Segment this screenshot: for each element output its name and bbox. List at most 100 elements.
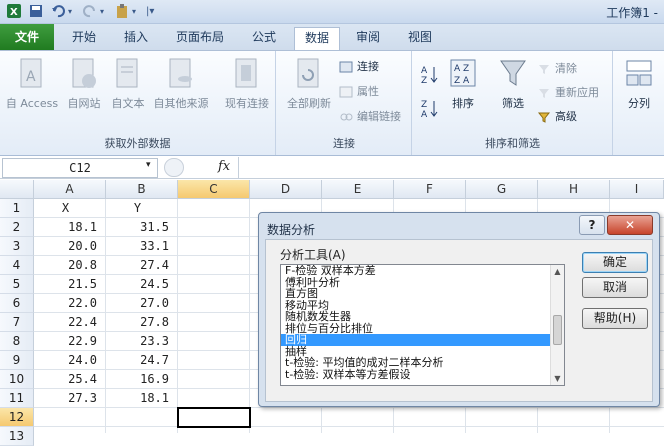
existing-connections-button[interactable]: 现有连接 — [220, 57, 274, 111]
help-button[interactable]: 帮助(H) — [582, 308, 648, 329]
cell-a9[interactable]: 24.0 — [34, 351, 106, 370]
column-header-i[interactable]: I — [610, 180, 664, 199]
tab-review[interactable]: 审阅 — [346, 27, 390, 50]
cell-a7[interactable]: 22.4 — [34, 313, 106, 332]
column-header-g[interactable]: G — [466, 180, 538, 199]
select-all-corner[interactable] — [0, 180, 34, 199]
cell-b1[interactable]: Y — [106, 199, 178, 218]
scroll-up-icon[interactable]: ▲ — [551, 265, 564, 278]
row-header-3[interactable]: 3 — [0, 237, 34, 256]
cell-a11[interactable]: 27.3 — [34, 389, 106, 408]
cell-b11[interactable]: 18.1 — [106, 389, 178, 408]
formula-input[interactable] — [238, 157, 664, 178]
save-icon[interactable] — [28, 3, 44, 20]
column-header-c[interactable]: C — [178, 180, 250, 199]
column-header-e[interactable]: E — [322, 180, 394, 199]
row-header-8[interactable]: 8 — [0, 332, 34, 351]
column-header-h[interactable]: H — [538, 180, 610, 199]
edit-links-button[interactable]: 编辑链接 — [339, 109, 401, 125]
cell-b4[interactable]: 27.4 — [106, 256, 178, 275]
cell-b5[interactable]: 24.5 — [106, 275, 178, 294]
redo-dropdown-icon[interactable]: ▾ — [100, 3, 104, 20]
formula-expand-icon[interactable] — [164, 158, 184, 177]
connections-button[interactable]: 连接 — [339, 59, 379, 75]
tab-view[interactable]: 视图 — [398, 27, 442, 50]
properties-button[interactable]: 属性 — [339, 84, 379, 100]
advanced-filter-button[interactable]: 高级 — [537, 109, 577, 125]
row-header-10[interactable]: 10 — [0, 370, 34, 389]
cell-b7[interactable]: 27.8 — [106, 313, 178, 332]
from-text-button[interactable]: 自文本 — [106, 57, 150, 111]
undo-icon[interactable] — [50, 3, 66, 20]
close-icon[interactable]: ✕ — [607, 215, 653, 235]
help-icon[interactable]: ? — [579, 215, 605, 235]
column-header-f[interactable]: F — [394, 180, 466, 199]
scroll-down-icon[interactable]: ▼ — [551, 372, 564, 385]
cell-b2[interactable]: 31.5 — [106, 218, 178, 237]
list-item[interactable]: 排位与百分比排位 — [281, 323, 564, 335]
tab-file[interactable]: 文件 — [0, 24, 54, 50]
from-access-button[interactable]: A 自 Access — [4, 57, 60, 111]
row-header-11[interactable]: 11 — [0, 389, 34, 408]
active-cell-c12[interactable] — [177, 407, 251, 428]
refresh-all-button[interactable]: 全部刷新 — [283, 57, 335, 111]
list-item-selected[interactable]: 回归 — [281, 334, 564, 346]
list-item[interactable]: t-检验: 双样本等方差假设 — [281, 369, 564, 381]
cancel-button[interactable]: 取消 — [582, 277, 648, 298]
cell-b6[interactable]: 27.0 — [106, 294, 178, 313]
reapply-button[interactable]: 重新应用 — [537, 85, 599, 101]
cell-b10[interactable]: 16.9 — [106, 370, 178, 389]
column-header-b[interactable]: B — [106, 180, 178, 199]
row-header-7[interactable]: 7 — [0, 313, 34, 332]
cell-b8[interactable]: 23.3 — [106, 332, 178, 351]
from-other-sources-button[interactable]: 自其他来源 — [150, 57, 212, 111]
from-web-button[interactable]: 自网站 — [62, 57, 106, 111]
tab-data[interactable]: 数据 — [294, 27, 341, 50]
name-box[interactable]: C12 — [2, 158, 158, 178]
row-header-6[interactable]: 6 — [0, 294, 34, 313]
cell-b3[interactable]: 33.1 — [106, 237, 178, 256]
sort-button[interactable]: A ZZ A 排序 — [443, 57, 483, 111]
text-to-columns-button[interactable]: 分列 — [618, 57, 660, 111]
paste-icon[interactable] — [114, 3, 130, 20]
cell-a1[interactable]: X — [34, 199, 106, 218]
sort-ascending-icon[interactable]: AZ — [421, 63, 439, 86]
row-header-9[interactable]: 9 — [0, 351, 34, 370]
list-item[interactable]: t-检验: 平均值的成对二样本分析 — [281, 357, 564, 369]
cell-a10[interactable]: 25.4 — [34, 370, 106, 389]
row-header-12[interactable]: 12 — [0, 408, 34, 427]
row-header-2[interactable]: 2 — [0, 218, 34, 237]
row-header-5[interactable]: 5 — [0, 275, 34, 294]
filter-button[interactable]: 筛选 — [493, 57, 533, 111]
analysis-tools-listbox[interactable]: F-检验 双样本方差 傅利叶分析 直方图 移动平均 随机数发生器 排位与百分比排… — [280, 264, 565, 386]
list-item[interactable]: 傅利叶分析 — [281, 277, 564, 289]
row-header-13[interactable]: 13 — [0, 427, 34, 446]
paste-dropdown-icon[interactable]: ▾ — [132, 3, 136, 20]
listbox-scrollbar[interactable]: ▲ ▼ — [550, 265, 564, 385]
list-item[interactable]: F-检验 双样本方差 — [281, 265, 564, 277]
tab-insert[interactable]: 插入 — [114, 27, 158, 50]
column-header-a[interactable]: A — [34, 180, 106, 199]
list-item[interactable]: 随机数发生器 — [281, 311, 564, 323]
cell-b9[interactable]: 24.7 — [106, 351, 178, 370]
cell-a4[interactable]: 20.8 — [34, 256, 106, 275]
tab-home[interactable]: 开始 — [62, 27, 106, 50]
customize-quick-access-icon[interactable]: |▾ — [146, 3, 154, 20]
cell-a6[interactable]: 22.0 — [34, 294, 106, 313]
tab-formulas[interactable]: 公式 — [242, 27, 286, 50]
undo-dropdown-icon[interactable]: ▾ — [68, 3, 72, 20]
column-header-d[interactable]: D — [250, 180, 322, 199]
cell-a8[interactable]: 22.9 — [34, 332, 106, 351]
sort-descending-icon[interactable]: ZA — [421, 97, 439, 120]
list-item[interactable]: 直方图 — [281, 288, 564, 300]
tab-page-layout[interactable]: 页面布局 — [166, 27, 234, 50]
row-header-4[interactable]: 4 — [0, 256, 34, 275]
insert-function-icon[interactable]: fx — [218, 159, 230, 174]
redo-icon[interactable] — [82, 3, 98, 20]
name-box-dropdown-icon[interactable]: ▾ — [146, 160, 151, 170]
cell-a2[interactable]: 18.1 — [34, 218, 106, 237]
cell-a5[interactable]: 21.5 — [34, 275, 106, 294]
clear-filter-button[interactable]: 清除 — [537, 61, 577, 77]
scrollbar-thumb[interactable] — [553, 315, 562, 345]
ok-button[interactable]: 确定 — [582, 252, 648, 273]
